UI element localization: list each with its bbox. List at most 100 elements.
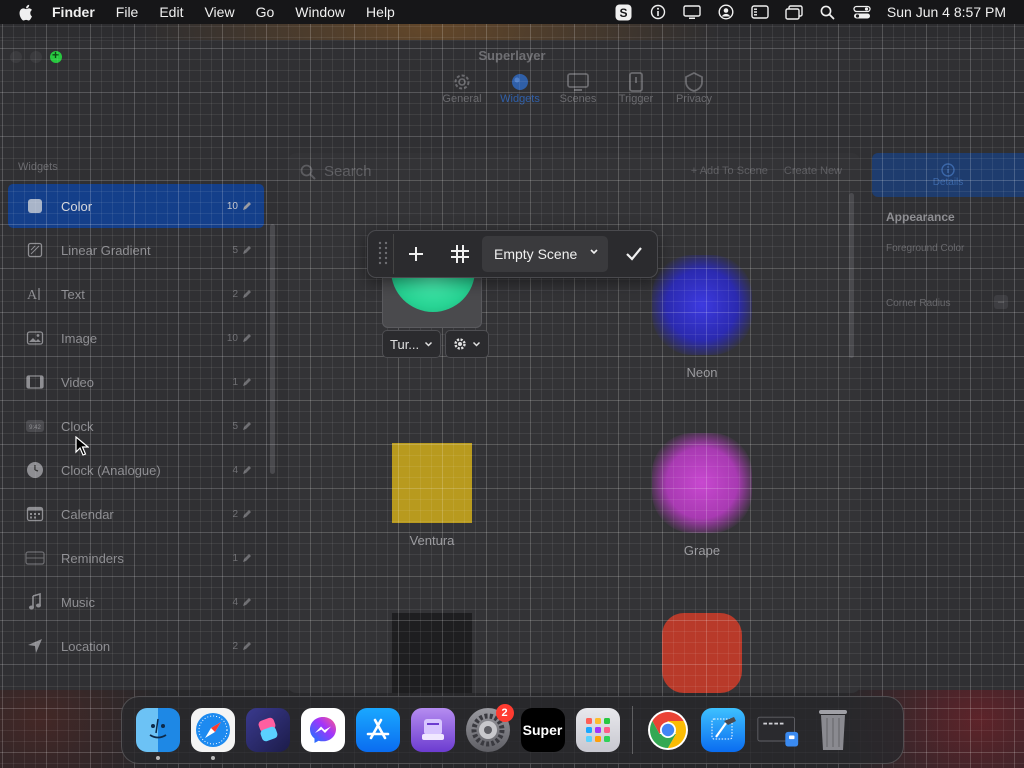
sidebar-item-label: Clock (Analogue) xyxy=(61,462,161,478)
control-center-icon[interactable] xyxy=(853,4,871,20)
menu-app-finder[interactable]: Finder xyxy=(52,4,95,20)
sidebar-status-icon[interactable] xyxy=(751,4,769,20)
confirm-button[interactable] xyxy=(612,234,656,274)
menu-view[interactable]: View xyxy=(204,4,234,20)
widget-ventura[interactable]: Ventura xyxy=(392,443,472,548)
location-icon xyxy=(25,636,45,656)
widget-select[interactable]: Tur... xyxy=(382,330,442,358)
widget-grape[interactable]: Grape xyxy=(652,433,752,558)
pencil-icon[interactable] xyxy=(242,553,252,563)
pencil-icon[interactable] xyxy=(242,597,252,607)
chevron-down-icon xyxy=(425,341,433,347)
menu-window[interactable]: Window xyxy=(295,4,345,20)
widget-neon[interactable]: Neon xyxy=(652,255,752,380)
sidebar-item-reminders[interactable]: Reminders 1 xyxy=(8,536,264,580)
apple-menu-icon[interactable] xyxy=(18,4,36,21)
corner-radius-decrement-button[interactable]: – xyxy=(994,295,1008,309)
tab-trigger[interactable]: Trigger xyxy=(614,71,658,105)
dock-shortcuts[interactable] xyxy=(245,708,290,752)
menu-file[interactable]: File xyxy=(116,4,139,20)
grid-toggle-button[interactable] xyxy=(438,234,482,274)
finder-face-icon xyxy=(149,718,166,739)
dock-super[interactable]: Super xyxy=(520,708,565,752)
user-status-icon[interactable] xyxy=(717,4,735,20)
sidebar-item-text[interactable]: A Text 2 xyxy=(8,272,264,316)
pencil-icon[interactable] xyxy=(242,245,252,255)
clock-digital-icon: 9:42 xyxy=(25,416,45,436)
widgets-icon xyxy=(508,71,532,93)
dock-finder[interactable] xyxy=(135,708,180,760)
scenes-icon xyxy=(566,71,590,93)
widget-settings-button[interactable] xyxy=(445,330,490,358)
tab-privacy[interactable]: Privacy xyxy=(672,71,716,105)
dock-separator xyxy=(632,706,633,754)
dock-chrome[interactable] xyxy=(646,708,690,752)
scene-select[interactable]: Empty Scene xyxy=(482,236,608,272)
sidebar-item-clock[interactable]: 9:42 Clock 5 xyxy=(8,404,264,448)
sidebar-item-count: 10 xyxy=(226,332,238,344)
tab-widgets[interactable]: Widgets xyxy=(498,71,542,105)
dock-launchpad[interactable] xyxy=(575,708,620,752)
svg-text:9:42: 9:42 xyxy=(29,425,41,431)
pencil-icon[interactable] xyxy=(242,289,252,299)
dock-xcode[interactable] xyxy=(700,708,745,752)
sidebar-item-video[interactable]: Video 1 xyxy=(8,360,264,404)
appearance-heading: Appearance xyxy=(886,210,955,224)
pencil-icon[interactable] xyxy=(242,201,252,211)
pencil-icon[interactable] xyxy=(242,465,252,475)
tab-general[interactable]: General xyxy=(440,71,484,105)
display-status-icon[interactable] xyxy=(683,4,701,20)
dock-trash[interactable] xyxy=(811,708,855,752)
reminders-icon xyxy=(25,548,45,568)
pencil-icon[interactable] xyxy=(242,641,252,651)
info-status-icon[interactable] xyxy=(649,4,667,20)
gallery-scrollbar[interactable] xyxy=(849,193,854,358)
pencil-icon[interactable] xyxy=(242,333,252,343)
editing-widget-preview[interactable] xyxy=(382,276,482,328)
music-icon xyxy=(25,592,45,612)
menu-help[interactable]: Help xyxy=(366,4,395,20)
search-field[interactable]: Search xyxy=(300,163,372,180)
windows-status-icon[interactable] xyxy=(785,4,803,20)
sidebar-scrollbar[interactable] xyxy=(270,224,275,474)
pencil-icon[interactable] xyxy=(242,509,252,519)
widget-dark[interactable] xyxy=(392,613,472,693)
skype-status-icon[interactable]: S xyxy=(615,4,633,20)
add-widget-button[interactable] xyxy=(394,234,438,274)
sidebar-item-calendar[interactable]: Calendar 2 xyxy=(8,492,264,536)
create-new-button[interactable]: Create New xyxy=(784,165,842,177)
drag-handle-icon[interactable] xyxy=(372,234,394,274)
widget-type-list: Color 10 Linear Gradient 5 A Text 2 Imag… xyxy=(8,184,264,668)
tab-trigger-label: Trigger xyxy=(618,93,654,105)
menu-edit[interactable]: Edit xyxy=(159,4,183,20)
sidebar-item-clock-analogue[interactable]: Clock (Analogue) 4 xyxy=(8,448,264,492)
add-to-scene-button[interactable]: + Add To Scene xyxy=(691,165,768,177)
pencil-icon[interactable] xyxy=(242,421,252,431)
dock-messenger[interactable] xyxy=(300,708,345,752)
sidebar-item-image[interactable]: Image 10 xyxy=(8,316,264,360)
sidebar-item-music[interactable]: Music 4 xyxy=(8,580,264,624)
sidebar-item-location[interactable]: Location 2 xyxy=(8,624,264,668)
widget-red[interactable] xyxy=(662,613,742,693)
spotlight-search-icon[interactable] xyxy=(819,4,837,20)
corner-radius-label: Corner Radius xyxy=(886,298,951,309)
dock-screen-sharing[interactable] xyxy=(756,708,800,752)
tab-scenes[interactable]: Scenes xyxy=(556,71,600,105)
notification-badge: 2 xyxy=(495,704,514,722)
dock-apple-configurator[interactable] xyxy=(410,708,455,752)
sidebar-item-count: 1 xyxy=(232,376,238,388)
dock-app-store[interactable] xyxy=(355,708,400,752)
pencil-icon[interactable] xyxy=(242,377,252,387)
dock-system-settings[interactable]: 2 xyxy=(465,704,514,752)
sidebar-item-color[interactable]: Color 10 xyxy=(8,184,264,228)
sidebar-item-linear-gradient[interactable]: Linear Gradient 5 xyxy=(8,228,264,272)
image-icon xyxy=(25,328,45,348)
sidebar-item-label: Linear Gradient xyxy=(61,242,151,258)
widget-label: Grape xyxy=(683,543,721,558)
menubar-clock[interactable]: Sun Jun 4 8:57 PM xyxy=(887,4,1006,20)
dock-safari[interactable] xyxy=(190,708,235,760)
svg-text:A: A xyxy=(27,288,38,302)
tab-scenes-label: Scenes xyxy=(559,93,597,105)
menu-go[interactable]: Go xyxy=(256,4,275,20)
inspector-tab-details[interactable]: Details xyxy=(872,153,1024,197)
